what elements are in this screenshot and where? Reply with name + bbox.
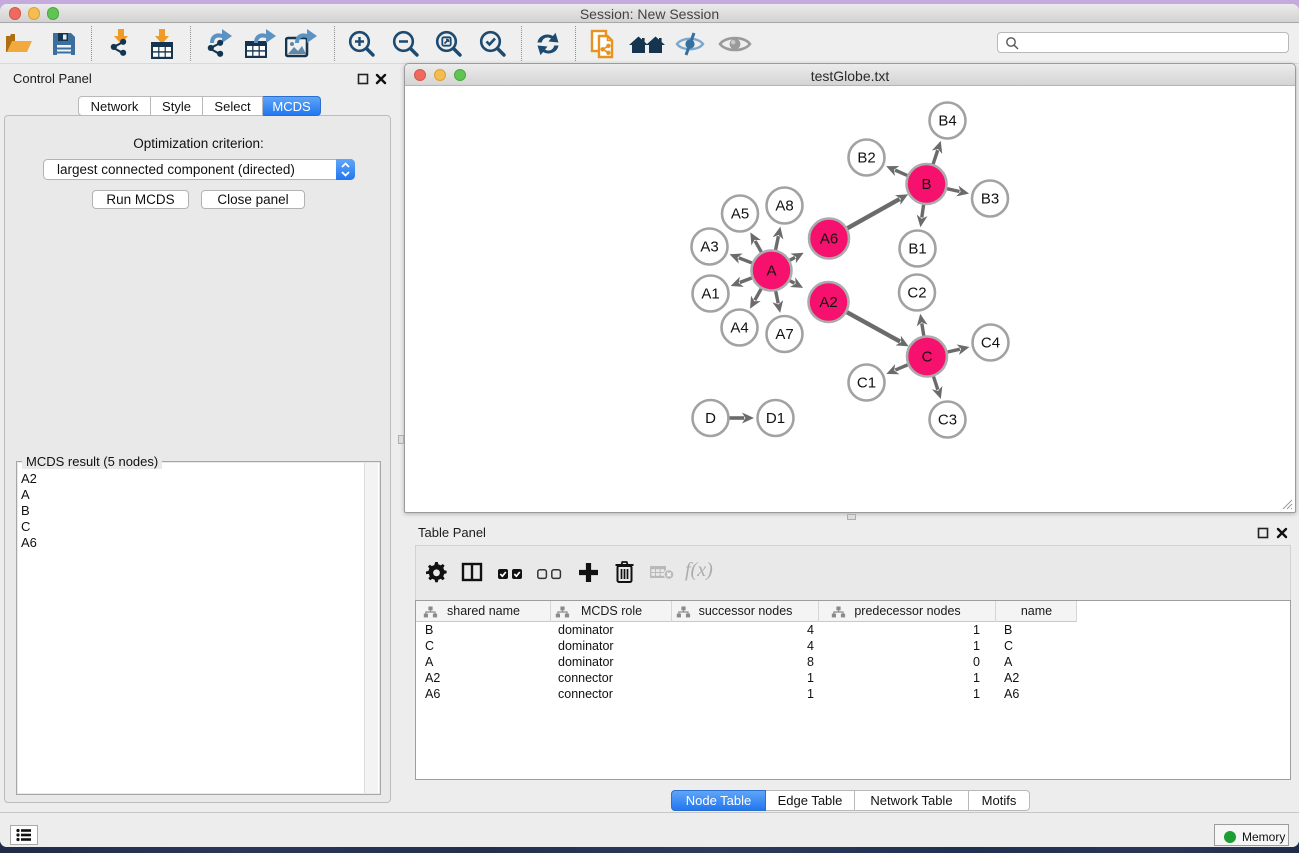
- svg-text:B2: B2: [857, 150, 875, 167]
- svg-text:D1: D1: [766, 410, 785, 427]
- svg-text:C1: C1: [857, 375, 876, 392]
- svg-text:A3: A3: [700, 239, 718, 256]
- svg-text:A6: A6: [820, 231, 838, 248]
- svg-text:A4: A4: [730, 320, 748, 337]
- svg-text:A8: A8: [775, 198, 793, 215]
- svg-text:C3: C3: [938, 412, 957, 429]
- svg-text:D: D: [705, 410, 716, 427]
- svg-text:C2: C2: [907, 285, 926, 302]
- svg-text:B3: B3: [981, 191, 999, 208]
- svg-text:A5: A5: [731, 206, 749, 223]
- svg-text:A7: A7: [775, 326, 793, 343]
- svg-text:B4: B4: [938, 113, 956, 130]
- svg-text:C: C: [922, 349, 933, 366]
- svg-text:A: A: [766, 263, 776, 280]
- svg-text:B1: B1: [908, 241, 926, 258]
- svg-text:A1: A1: [701, 286, 719, 303]
- svg-text:B: B: [921, 176, 931, 193]
- svg-text:A2: A2: [819, 294, 837, 311]
- svg-text:C4: C4: [981, 335, 1000, 352]
